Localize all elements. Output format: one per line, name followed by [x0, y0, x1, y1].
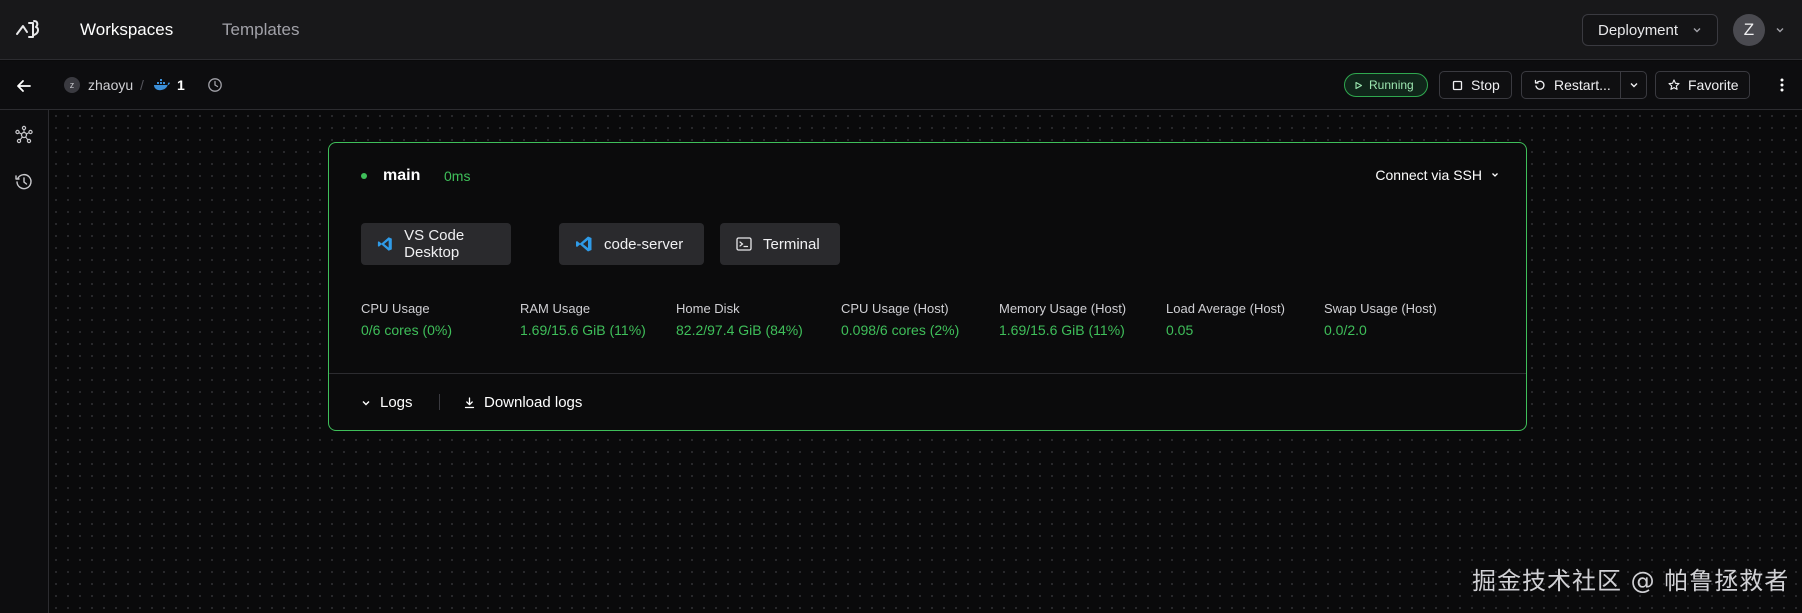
- chevron-down-icon: [1693, 28, 1701, 33]
- vscode-icon: [576, 236, 592, 252]
- stat-value: 0.0/2.0: [1324, 322, 1367, 338]
- stat-value: 0.098/6 cores (2%): [841, 322, 960, 338]
- status-label: Running: [1369, 78, 1414, 92]
- clock-icon[interactable]: [207, 77, 223, 93]
- top-navbar: Workspaces Templates Deployment Z: [0, 0, 1802, 60]
- stat-label: Swap Usage (Host): [1324, 301, 1437, 316]
- deployment-dropdown[interactable]: Deployment: [1582, 14, 1718, 46]
- favorite-label: Favorite: [1688, 77, 1739, 93]
- stat-cpu-usage-host: CPU Usage (Host) 0.098/6 cores (2%): [841, 301, 959, 338]
- stat-memory-usage-host: Memory Usage (Host) 1.69/15.6 GiB (11%): [999, 301, 1126, 338]
- stat-value: 1.69/15.6 GiB (11%): [520, 322, 646, 338]
- coder-logo-icon[interactable]: [14, 17, 42, 43]
- terminal-button[interactable]: Terminal: [720, 223, 840, 265]
- owner-avatar: z: [64, 77, 80, 93]
- star-icon: [1668, 79, 1680, 90]
- breadcrumb-separator: /: [140, 77, 144, 93]
- stat-label: Memory Usage (Host): [999, 301, 1127, 316]
- code-server-label: code-server: [604, 235, 684, 253]
- status-badge: Running: [1344, 73, 1428, 97]
- vscode-desktop-button[interactable]: VS Code Desktop: [361, 223, 511, 265]
- restart-button[interactable]: Restart...: [1521, 71, 1621, 99]
- vscode-desktop-label: VS Code Desktop: [404, 227, 465, 261]
- user-avatar[interactable]: Z: [1733, 14, 1765, 46]
- stat-label: CPU Usage: [361, 301, 430, 316]
- more-options-icon[interactable]: [1774, 77, 1790, 93]
- owner-name[interactable]: zhaoyu: [88, 77, 133, 93]
- download-logs-button[interactable]: Download logs: [464, 394, 582, 411]
- history-icon[interactable]: [14, 172, 34, 192]
- logs-separator: [439, 394, 440, 410]
- card-divider: [329, 373, 1526, 374]
- arrow-left-icon[interactable]: [14, 76, 34, 96]
- chevron-down-icon[interactable]: [1774, 24, 1786, 36]
- stat-label: Load Average (Host): [1166, 301, 1285, 316]
- stop-label: Stop: [1471, 77, 1500, 93]
- stat-swap-usage-host: Swap Usage (Host) 0.0/2.0: [1324, 301, 1437, 338]
- agent-status-dot: [361, 173, 367, 179]
- stat-label: Home Disk: [676, 301, 740, 316]
- connect-ssh-label: Connect via SSH: [1375, 167, 1482, 183]
- code-server-button[interactable]: code-server: [559, 223, 704, 265]
- restart-icon: [1534, 79, 1545, 90]
- stop-icon: [1452, 80, 1463, 90]
- stat-value: 82.2/97.4 GiB (84%): [676, 322, 803, 338]
- logs-toggle-button[interactable]: Logs: [361, 394, 413, 411]
- chevron-down-icon: [362, 400, 370, 405]
- vscode-icon: [377, 237, 392, 251]
- stat-value: 1.69/15.6 GiB (11%): [999, 322, 1125, 338]
- favorite-button[interactable]: Favorite: [1655, 71, 1750, 99]
- restart-label: Restart...: [1554, 77, 1611, 93]
- nav-templates[interactable]: Templates: [222, 0, 299, 60]
- stat-value: 0/6 cores (0%): [361, 322, 453, 338]
- agent-name: main: [383, 167, 421, 184]
- connect-ssh-button[interactable]: Connect via SSH: [1375, 167, 1500, 183]
- restart-options-button[interactable]: [1620, 71, 1647, 99]
- docker-icon: [154, 79, 170, 91]
- stat-cpu-usage: CPU Usage 0/6 cores (0%): [361, 301, 452, 338]
- chevron-down-icon: [1492, 173, 1498, 177]
- stat-label: CPU Usage (Host): [841, 301, 949, 316]
- watermark-text: 掘金技术社区 @ 帕鲁拯救者: [1472, 567, 1790, 595]
- deployment-label: Deployment: [1598, 21, 1679, 39]
- terminal-label: Terminal: [763, 235, 820, 253]
- logs-label: Logs: [380, 394, 413, 411]
- stat-home-disk: Home Disk 82.2/97.4 GiB (84%): [676, 301, 803, 338]
- play-icon: [1355, 81, 1363, 89]
- agent-card: main 0ms Connect via SSH VS Code Desktop…: [328, 142, 1527, 431]
- terminal-icon: [736, 237, 752, 251]
- stat-label: RAM Usage: [520, 301, 591, 316]
- stat-load-average-host: Load Average (Host) 0.05: [1166, 301, 1285, 338]
- download-logs-label: Download logs: [484, 394, 583, 411]
- stop-button[interactable]: Stop: [1439, 71, 1512, 99]
- stat-value: 0.05: [1166, 322, 1194, 338]
- resources-graph-icon[interactable]: [14, 125, 34, 145]
- workspace-topbar: z zhaoyu / 1 Running Stop Restart... Fav…: [0, 61, 1802, 110]
- agent-latency: 0ms: [444, 168, 471, 184]
- chevron-down-icon: [1630, 83, 1638, 88]
- download-icon: [464, 396, 475, 408]
- workspace-name[interactable]: 1: [177, 77, 185, 93]
- stat-ram-usage: RAM Usage 1.69/15.6 GiB (11%): [520, 301, 646, 338]
- left-sidebar: [0, 110, 49, 613]
- nav-workspaces[interactable]: Workspaces: [80, 0, 173, 60]
